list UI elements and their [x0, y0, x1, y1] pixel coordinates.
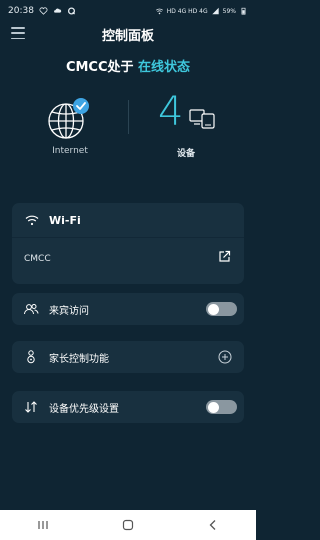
status-right: HD 4G HD 4G 59% — [155, 7, 248, 15]
home-icon[interactable] — [116, 516, 140, 534]
page-title: 控制面板 — [101, 29, 154, 44]
guest-access-toggle[interactable] — [206, 302, 237, 316]
recent-apps-icon[interactable] — [31, 516, 55, 534]
network-overview: Internet 4 设备 — [0, 90, 256, 168]
online-check-badge — [73, 98, 89, 114]
guest-access-label: 来宾访问 — [49, 305, 89, 317]
system-nav-bar — [0, 510, 256, 540]
connection-state: 在线状态 — [138, 60, 191, 75]
wifi-signal-icon — [155, 8, 163, 15]
notification-q-icon — [67, 7, 75, 15]
external-link-icon[interactable] — [218, 250, 231, 263]
toggle-knob — [208, 303, 219, 315]
device-priority-card: 设备优先级设置 — [12, 391, 244, 423]
parental-control-label: 家长控制功能 — [49, 353, 109, 365]
cell-signal-icon — [211, 7, 219, 15]
wifi-icon — [25, 215, 39, 226]
devices-icon[interactable] — [188, 108, 216, 130]
back-icon[interactable] — [201, 516, 225, 534]
overview-divider — [128, 100, 129, 134]
device-count[interactable]: 4 — [158, 90, 183, 134]
parental-control-icon — [23, 350, 39, 364]
parental-control-row[interactable]: 家长控制功能 — [12, 341, 244, 373]
notification-cloud-icon — [54, 8, 62, 13]
wifi-card-header: Wi-Fi — [12, 203, 244, 237]
battery-text: 59% — [222, 7, 236, 15]
sort-priority-icon — [23, 400, 39, 414]
connection-status: CMCC处于 在线状态 — [0, 56, 256, 75]
device-priority-toggle[interactable] — [206, 400, 237, 414]
wifi-card[interactable]: Wi-Fi CMCC — [12, 203, 244, 284]
globe-icon — [48, 98, 89, 139]
guest-access-row: 来宾访问 — [12, 293, 244, 325]
device-priority-label: 设备优先级设置 — [49, 403, 119, 415]
devices-label: 设备 — [176, 149, 195, 159]
device-priority-row: 设备优先级设置 — [12, 391, 244, 423]
internet-label: Internet — [52, 146, 88, 156]
status-bar: 20:38 HD 4G HD 4G 59% — [0, 0, 256, 22]
app-header: 控制面板 — [0, 22, 256, 46]
network-type-text: HD 4G HD 4G — [166, 7, 208, 15]
notification-heart-icon — [39, 7, 48, 15]
wifi-divider — [12, 237, 244, 238]
connection-network-name: CMCC处于 — [65, 60, 139, 75]
guest-access-card: 来宾访问 — [12, 293, 244, 325]
wifi-label: Wi-Fi — [49, 213, 81, 227]
wifi-ssid: CMCC — [24, 254, 51, 264]
battery-icon — [241, 7, 246, 15]
parental-control-card[interactable]: 家长控制功能 — [12, 341, 244, 373]
status-left: 20:38 — [8, 6, 76, 16]
toggle-knob — [208, 401, 219, 413]
add-circle-icon[interactable] — [218, 350, 232, 364]
status-time: 20:38 — [8, 6, 34, 16]
guests-icon — [23, 302, 39, 316]
